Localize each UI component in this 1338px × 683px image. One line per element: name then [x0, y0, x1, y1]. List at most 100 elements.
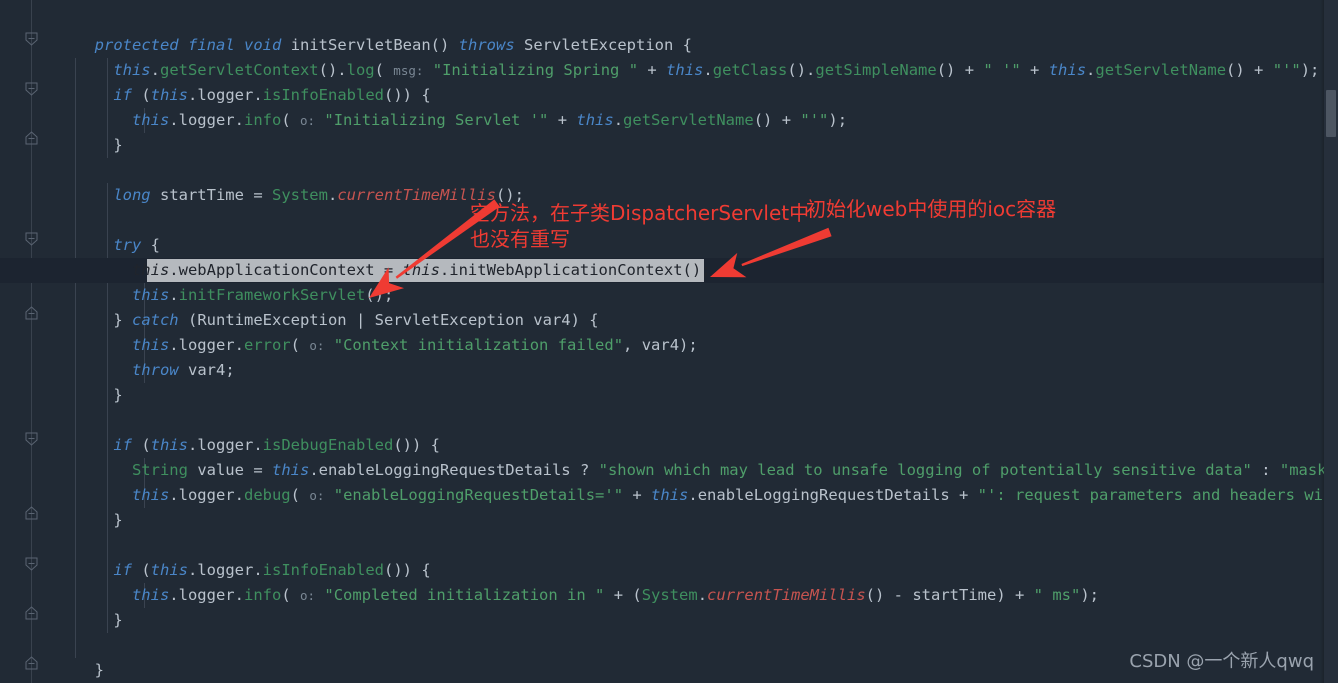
code-line[interactable]: }	[0, 658, 104, 683]
code-token: isDebugEnabled	[262, 436, 394, 454]
code-token: (	[290, 336, 310, 354]
code-token: "'"	[800, 111, 829, 129]
code-token: +	[623, 486, 652, 504]
code-token: this	[131, 336, 170, 354]
selected-code-line[interactable]: this.webApplicationContext = this.initWe…	[0, 258, 711, 283]
code-token: .	[327, 186, 338, 204]
code-token: this	[576, 111, 614, 129]
code-line[interactable]: this.logger.error( o: "Context initializ…	[0, 333, 698, 358]
code-token: );	[1080, 586, 1100, 604]
code-token: ()) {	[384, 86, 431, 104]
code-token: () -	[865, 586, 913, 604]
code-token: "'"	[1272, 61, 1301, 79]
code-token: getServletName	[1095, 61, 1227, 79]
code-token: }	[94, 661, 104, 679]
code-token: this	[150, 86, 188, 104]
code-token: .	[150, 61, 160, 79]
code-token: logger	[178, 486, 235, 504]
code-token: o:	[299, 588, 316, 603]
code-token: +	[548, 111, 577, 129]
code-token: catch	[131, 311, 179, 329]
code-line[interactable]: }	[0, 508, 123, 533]
code-token: }	[113, 386, 123, 404]
code-line[interactable]: String value = this.enableLoggingRequest…	[0, 458, 1338, 483]
code-token: .	[169, 486, 179, 504]
code-token: ) {	[570, 311, 599, 329]
code-token: "Context initialization failed"	[333, 336, 624, 354]
code-token: this	[271, 461, 310, 479]
code-line[interactable]: this.logger.debug( o: "enableLoggingRequ…	[0, 483, 1338, 508]
code-line[interactable]: try {	[0, 233, 160, 258]
code-token: startTime	[912, 586, 997, 604]
code-line[interactable]: this.logger.info( o: "Completed initiali…	[0, 583, 1099, 608]
code-token: ()	[430, 36, 459, 54]
code-line[interactable]: }	[0, 383, 123, 408]
code-token: .initWebApplicationContext();	[439, 261, 711, 279]
code-line[interactable]: this.getServletContext().log( msg: "Init…	[0, 58, 1319, 83]
code-content[interactable]: protected final void initServletBean() t…	[0, 0, 1338, 683]
vertical-scrollbar-thumb[interactable]	[1326, 90, 1336, 137]
code-line[interactable]: long startTime = System.currentTimeMilli…	[0, 183, 524, 208]
code-token: (	[131, 436, 151, 454]
code-token: }	[113, 136, 123, 154]
code-token: |	[346, 311, 375, 329]
code-token: initServletBean	[290, 36, 431, 54]
code-line[interactable]: this.logger.info( o: "Initializing Servl…	[0, 108, 847, 133]
code-token: .webApplicationContext =	[169, 261, 403, 279]
code-token: var4	[641, 336, 680, 354]
code-token: logger	[197, 436, 254, 454]
code-token: .	[169, 336, 179, 354]
code-token: try	[113, 236, 142, 254]
code-token: .	[234, 586, 244, 604]
code-line[interactable]: this.initFrameworkServlet();	[0, 283, 393, 308]
code-token: {	[141, 236, 160, 254]
code-token: .	[234, 111, 244, 129]
code-token: this	[150, 561, 188, 579]
code-token: this	[131, 286, 170, 304]
code-token: .	[234, 336, 244, 354]
code-line[interactable]: if (this.logger.isInfoEnabled()) {	[0, 83, 431, 108]
code-token: ()	[753, 111, 773, 129]
code-token: .	[309, 461, 319, 479]
code-line[interactable]: if (this.logger.isDebugEnabled()) {	[0, 433, 440, 458]
code-token: getServletName	[623, 111, 754, 129]
code-token: }	[113, 311, 132, 329]
code-token: (	[290, 486, 310, 504]
code-line[interactable]: } catch (RuntimeException | ServletExcep…	[0, 308, 599, 333]
code-line[interactable]: protected final void initServletBean() t…	[0, 33, 692, 58]
code-token: this	[402, 261, 440, 279]
code-token: info	[243, 586, 282, 604]
code-token: enableLoggingRequestDetails	[697, 486, 950, 504]
code-line[interactable]: }	[0, 608, 123, 633]
code-token: }	[113, 511, 123, 529]
code-token: );	[1300, 61, 1320, 79]
code-token: ()	[936, 61, 956, 79]
code-line[interactable]: if (this.logger.isInfoEnabled()) {	[0, 558, 430, 583]
code-token: isInfoEnabled	[262, 86, 384, 104]
code-token: ServletException	[524, 36, 674, 54]
code-token: if	[113, 561, 132, 579]
code-token: this	[651, 486, 689, 504]
code-token: }	[113, 611, 123, 629]
code-line[interactable]: }	[0, 133, 123, 158]
code-token: o:	[309, 338, 325, 353]
code-token: .	[253, 436, 263, 454]
code-token: if	[113, 86, 132, 104]
code-line[interactable]: throw var4;	[0, 358, 235, 383]
code-token: (	[374, 61, 394, 79]
code-token: (	[281, 111, 300, 129]
code-token: ServletException	[374, 311, 524, 329]
code-token: " '"	[983, 61, 1021, 79]
code-editor[interactable]: protected final void initServletBean() t…	[0, 0, 1338, 683]
code-token: +	[1020, 61, 1049, 79]
code-token: System	[641, 586, 698, 604]
code-token: "Initializing Servlet '"	[324, 111, 549, 129]
code-token: "Initializing Spring "	[432, 61, 639, 79]
code-token: .	[169, 111, 179, 129]
code-token: protected	[94, 36, 179, 54]
